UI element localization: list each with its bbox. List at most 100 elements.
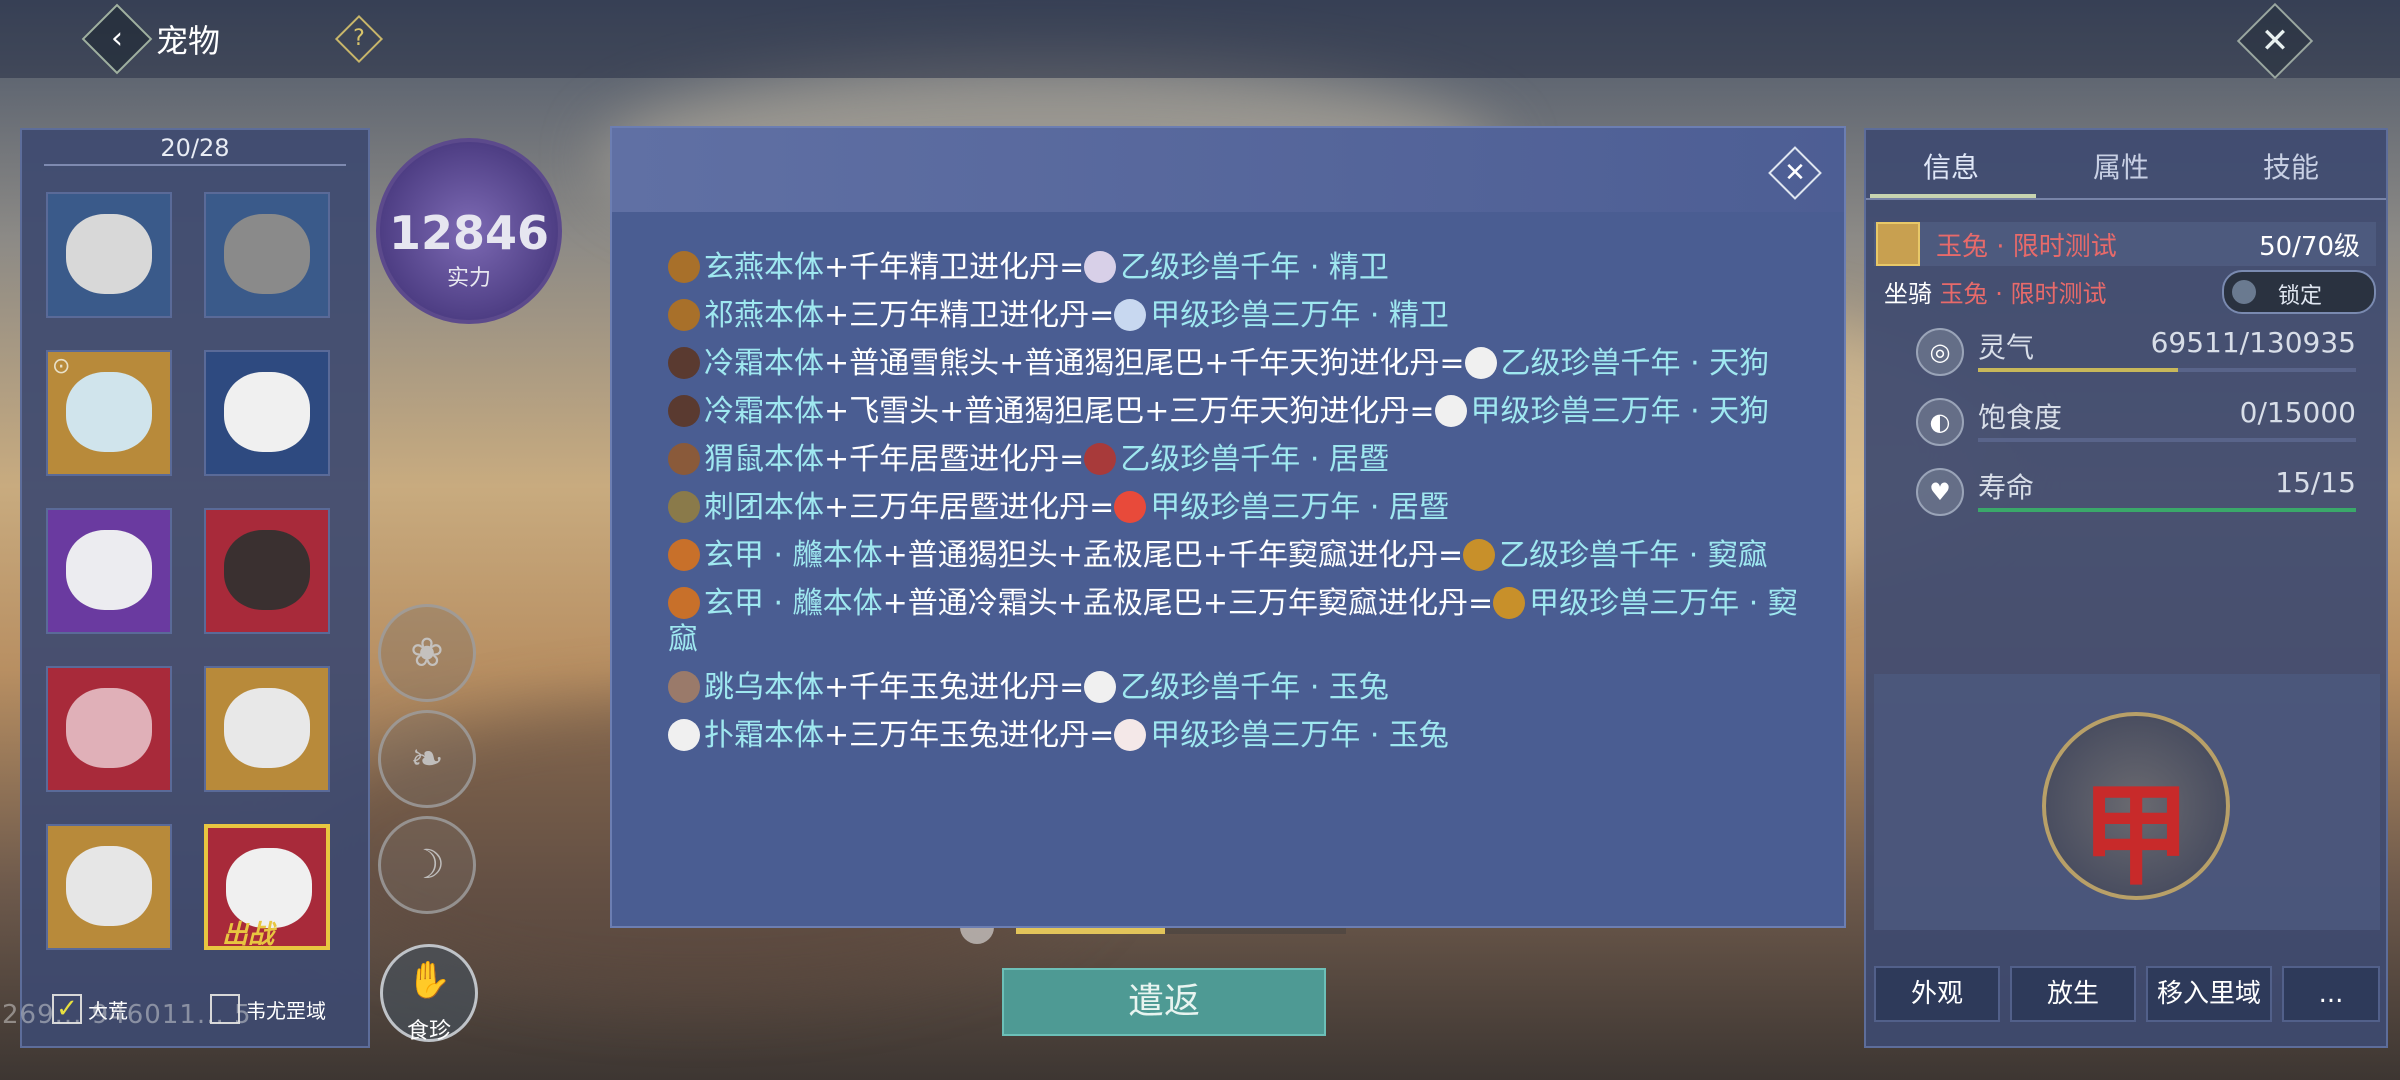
pet-portrait [224, 214, 310, 294]
pet-portrait [66, 688, 152, 768]
pet-portrait [66, 530, 152, 610]
power-value: 12846 [388, 206, 550, 260]
pet-name: 玉兔 · 限时测试 [1936, 232, 2117, 262]
pet-slot-2[interactable] [204, 192, 330, 318]
result-pet-icon [1434, 395, 1467, 427]
base-pet-name: 冷霜本体 [704, 346, 824, 381]
pet-slot-3[interactable]: ⊙ [46, 350, 172, 476]
leaf-icon: ❧ [410, 736, 444, 782]
grade-emblem: 甲 [2042, 712, 2230, 900]
pet-slot-8[interactable] [204, 666, 330, 792]
base-pet-icon [668, 443, 700, 475]
recipe-ingredients: +三万年精卫进化丹= [824, 298, 1115, 333]
base-pet-name: 猬鼠本体 [704, 442, 824, 477]
stat-bar [1978, 368, 2356, 372]
mount-info: 坐骑 玉兔 · 限时测试 [1884, 274, 2107, 309]
pet-slot-6[interactable] [204, 508, 330, 634]
pet-slot-9[interactable] [46, 824, 172, 950]
recipe-row: 玄燕本体+千年精卫进化丹= 乙级珍兽千年 · 精卫 [668, 250, 1802, 286]
food-button[interactable]: ✋ 食珍 [380, 944, 478, 1044]
pet-info-panel: 信息 属性 技能 玉兔 · 限时测试 50/70级 坐骑 玉兔 · 限时测试 锁… [1864, 128, 2388, 1048]
recipe-row: 猬鼠本体+千年居暨进化丹= 乙级珍兽千年 · 居暨 [668, 442, 1802, 478]
stat-value: 69511/130935 [2150, 326, 2356, 359]
power-label: 实力 [446, 266, 491, 291]
base-pet-icon [668, 395, 700, 427]
power-emblem: 12846 实力 [376, 138, 562, 324]
filter-label: 韦尤罡域 [246, 998, 326, 1023]
page-title: 宠物 [156, 22, 221, 60]
more-button[interactable]: ... [2282, 966, 2380, 1022]
stat-bar [1978, 438, 2356, 442]
close-icon: ✕ [2260, 21, 2290, 61]
pet-slot-1[interactable] [46, 192, 172, 318]
stat-row: ♥ 寿命 15/15 [1916, 466, 2356, 526]
question-icon: ? [353, 26, 365, 51]
tab-skills[interactable]: 技能 [2206, 140, 2376, 196]
pet-level: 50/70级 [2259, 232, 2360, 262]
result-pet-icon [1084, 443, 1117, 475]
recipe-row: 冷霜本体+普通雪熊头+普通猲狚尾巴+千年天狗进化丹= 乙级珍兽千年 · 天狗 [668, 346, 1802, 382]
pet-slot-4[interactable] [204, 350, 330, 476]
recipe-ingredients: +千年玉兔进化丹= [824, 670, 1085, 705]
result-pet-icon [1464, 347, 1497, 379]
pet-slot-10[interactable]: 出战 [204, 824, 330, 950]
recipe-ingredients: +普通雪熊头+普通猲狚尾巴+千年天狗进化丹= [824, 346, 1465, 381]
result-pet-name: 乙级珍兽千年 · 天狗 [1500, 346, 1770, 381]
base-pet-name: 玄甲 · 虪本体 [704, 586, 883, 621]
appearance-button[interactable]: 外观 [1874, 966, 2000, 1022]
grade-display: 甲 [1874, 674, 2380, 930]
uid-watermark: 269... 946011... 5 [2, 1000, 252, 1030]
dialog-header [612, 128, 1844, 212]
stat-row: ◐ 饱食度 0/15000 [1916, 396, 2356, 456]
back-button[interactable]: ‹ [81, 3, 153, 75]
pet-header: 玉兔 · 限时测试 50/70级 [1874, 222, 2376, 266]
recipe-row: 玄甲 · 虪本体+普通冷霜头+孟极尾巴+三万年窫窳进化丹= 甲级珍兽三万年 · 窫… [668, 586, 1802, 658]
side-button-2[interactable]: ❧ [378, 710, 476, 808]
recipe-row: 玄甲 · 虪本体+普通猲狚头+孟极尾巴+千年窫窳进化丹= 乙级珍兽千年 · 窫窳 [668, 538, 1802, 574]
base-pet-name: 跳乌本体 [704, 670, 824, 705]
recipe-ingredients: +普通猲狚头+孟极尾巴+千年窫窳进化丹= [882, 538, 1464, 573]
result-pet-icon [1493, 587, 1526, 619]
result-pet-name: 乙级珍兽千年 · 玉兔 [1120, 670, 1389, 705]
result-pet-icon [1114, 491, 1147, 523]
lock-toggle[interactable]: 锁定 [2222, 270, 2376, 314]
pet-portrait [224, 530, 310, 610]
progress-fill [1016, 928, 1165, 934]
mount-name: 玉兔 · 限时测试 [1939, 280, 2107, 308]
result-pet-name: 乙级珍兽千年 · 精卫 [1120, 250, 1389, 285]
toggle-knob [2232, 280, 2256, 304]
stat-value: 0/15000 [2239, 396, 2356, 429]
pet-slot-5[interactable] [46, 508, 172, 634]
progress-track [1016, 928, 1346, 934]
recipe-ingredients: +普通冷霜头+孟极尾巴+三万年窫窳进化丹= [882, 586, 1494, 621]
base-pet-icon [668, 251, 700, 283]
pet-slot-7[interactable] [46, 666, 172, 792]
tab-attributes[interactable]: 属性 [2036, 140, 2206, 196]
result-pet-icon [1084, 251, 1117, 283]
close-button[interactable]: ✕ [2236, 2, 2314, 80]
recipe-list: 玄燕本体+千年精卫进化丹= 乙级珍兽千年 · 精卫 祁燕本体+三万年精卫进化丹= 甲级… [668, 250, 1802, 766]
base-pet-name: 刺团本体 [704, 490, 824, 525]
base-pet-name: 祁燕本体 [704, 298, 824, 333]
dismiss-button[interactable]: 遣返 [1002, 968, 1326, 1036]
divider [44, 164, 346, 166]
pet-list-panel: 20/28 ⊙ 出战 [20, 128, 370, 1048]
side-button-3[interactable]: ☽ [378, 816, 476, 914]
back-arrow-icon: ‹ [111, 21, 123, 56]
recipe-ingredients: +三万年居暨进化丹= [824, 490, 1115, 525]
recipe-row: 扑霜本体+三万年玉兔进化丹= 甲级珍兽三万年 · 玉兔 [668, 718, 1802, 754]
stat-row: ◎ 灵气 69511/130935 [1916, 326, 2356, 386]
move-to-realm-button[interactable]: 移入里域 [2146, 966, 2272, 1022]
recipe-ingredients: +三万年玉兔进化丹= [824, 718, 1115, 753]
base-pet-icon [668, 539, 700, 571]
grade-char: 甲 [2081, 772, 2191, 900]
side-button-1[interactable]: ❀ [378, 604, 476, 702]
base-pet-icon [668, 587, 700, 619]
mount-label: 坐骑 [1884, 280, 1932, 308]
stat-value: 15/15 [2275, 466, 2356, 499]
tab-info[interactable]: 信息 [1866, 140, 2036, 196]
help-button[interactable]: ? [334, 14, 384, 64]
hand-icon: ✋ [406, 960, 452, 1001]
release-button[interactable]: 放生 [2010, 966, 2136, 1022]
stat-label: 饱食度 [1978, 401, 2063, 434]
